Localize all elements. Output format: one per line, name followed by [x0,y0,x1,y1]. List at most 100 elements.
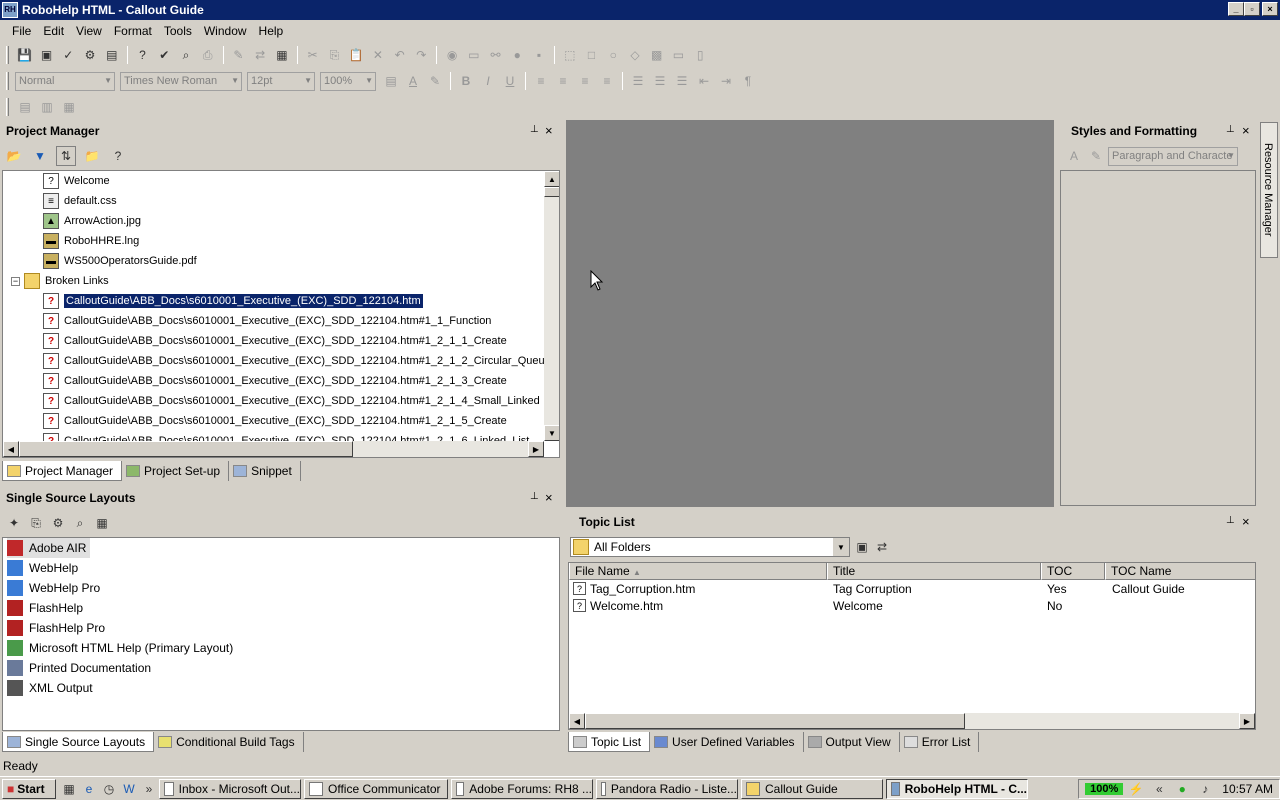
broken-link-item[interactable]: ?CalloutGuide\ABB_Docs\s6010001_Executiv… [43,391,540,411]
task-outlook[interactable]: Inbox - Microsoft Out... [159,778,301,799]
bullet-list-icon[interactable]: ☰ [650,71,670,91]
column-toc[interactable]: TOC [1041,563,1105,580]
ie-icon[interactable]: e [79,779,99,799]
restore-button[interactable]: ▫ [1244,2,1260,16]
media-icon[interactable]: ▪ [529,45,549,65]
view-icon[interactable]: ⌕ [70,513,90,533]
menu-help[interactable]: Help [253,24,290,38]
menu-format[interactable]: Format [108,24,158,38]
size-combo[interactable]: 12pt ▼ [247,71,315,91]
insert-image-icon[interactable]: ◉ [442,45,462,65]
menu-view[interactable]: View [70,24,108,38]
broken-link-item[interactable]: ?CalloutGuide\ABB_Docs\s6010001_Executiv… [43,311,491,331]
align-center-icon[interactable]: ≡ [553,71,573,91]
close-button[interactable]: × [1262,2,1278,16]
link-icon[interactable]: ⚯ [486,45,506,65]
expand-tray-icon[interactable]: « [1149,779,1169,799]
picture-icon[interactable]: ▩ [647,45,667,65]
styles-list[interactable] [1060,170,1256,506]
menu-tools[interactable]: Tools [158,24,198,38]
editor-area[interactable] [566,120,1054,507]
tab-single-source-layouts[interactable]: Single Source Layouts [2,732,155,752]
pin-icon[interactable]: ⊥ [530,491,539,502]
diamond-icon[interactable]: ◇ [625,45,645,65]
tree-item[interactable]: ▬ WS500OperatorsGuide.pdf [43,251,197,271]
chevron-down-icon[interactable]: ▼ [833,538,849,556]
collapse-icon[interactable]: − [11,276,20,286]
open-folder-icon[interactable]: 📂 [4,146,24,166]
copy-icon[interactable]: ⎘ [325,45,345,65]
scroll-right-icon[interactable]: ▶ [528,441,544,457]
broken-link-item[interactable]: ?CalloutGuide\ABB_Docs\s6010001_Executiv… [43,331,507,351]
align-right-icon[interactable]: ≡ [575,71,595,91]
spell-check-icon[interactable]: ✔ [154,45,174,65]
table-cols-icon[interactable]: ▦ [59,97,79,117]
scroll-thumb[interactable] [544,187,559,197]
tree-item[interactable]: ? Welcome [43,171,110,191]
tab-error-list[interactable]: Error List [900,732,980,752]
layout-item[interactable]: Printed Documentation [7,658,151,678]
topic-horizontal-scrollbar[interactable]: ◀ ▶ [569,713,1255,729]
properties-icon[interactable]: ▦ [272,45,292,65]
styles-icon[interactable]: ▤ [381,71,401,91]
refresh-icon[interactable]: ⇄ [872,537,892,557]
task-robohelp[interactable]: RoboHelp HTML - C... [886,778,1028,799]
layout-item[interactable]: Adobe AIR [7,538,91,558]
tab-topic-list[interactable]: Topic List [568,732,651,752]
tab-output-view[interactable]: Output View [804,732,900,752]
align-left-icon[interactable]: ≡ [531,71,551,91]
pin-icon[interactable]: ⊥ [1226,515,1235,526]
help-icon[interactable]: ? [108,146,128,166]
paragraph-icon[interactable]: ¶ [738,71,758,91]
delete-icon[interactable]: ✕ [368,45,388,65]
new-topic-icon[interactable]: ▤ [102,45,122,65]
save-all-icon[interactable]: ▣ [37,45,57,65]
table-rows-icon[interactable]: ▥ [37,97,57,117]
rectangle-icon[interactable]: □ [582,45,602,65]
tab-user-defined-variables[interactable]: User Defined Variables [650,732,804,752]
start-button[interactable]: ■ Start [2,778,56,799]
pencil-icon[interactable]: ✎ [229,45,249,65]
layout-item[interactable]: FlashHelp Pro [7,618,105,638]
outdent-icon[interactable]: ⇤ [694,71,714,91]
pin-icon[interactable]: ⊥ [530,124,539,135]
replace-icon[interactable]: ⇄ [250,45,270,65]
tree-item[interactable]: ▬ RoboHHRE.lng [43,231,139,251]
folder-filter-combo[interactable]: All Folders ▼ [570,537,850,557]
tree-item[interactable]: ▲ ArrowAction.jpg [43,211,141,231]
menu-window[interactable]: Window [198,24,253,38]
save-icon[interactable]: 💾 [15,45,35,65]
highlight-icon[interactable]: ✎ [425,71,445,91]
indent-icon[interactable]: ⇥ [716,71,736,91]
tab-conditional-build-tags[interactable]: Conditional Build Tags [154,732,304,752]
layout-item[interactable]: XML Output [7,678,93,698]
layout-item[interactable]: Microsoft HTML Help (Primary Layout) [7,638,233,658]
table-row[interactable]: ? Tag_Corruption.htm Tag Corruption Yes … [569,581,1255,598]
page-icon[interactable]: ▯ [690,45,710,65]
broken-link-item[interactable]: ?CalloutGuide\ABB_Docs\s6010001_Executiv… [43,351,551,371]
font-combo[interactable]: Times New Roman ▼ [120,71,242,91]
broken-link-item[interactable]: ?CalloutGuide\ABB_Docs\s6010001_Executiv… [43,291,424,311]
bold-icon[interactable]: B [456,71,476,91]
hscroll-thumb[interactable] [585,713,965,729]
word-icon[interactable]: W [119,779,139,799]
tree-folder-broken-links[interactable]: − Broken Links [11,271,109,291]
scroll-right-icon[interactable]: ▶ [1239,713,1255,729]
properties-icon[interactable]: ▦ [92,513,112,533]
tab-project-setup[interactable]: Project Set-up [122,461,230,481]
clock[interactable]: 10:57 AM [1222,782,1273,796]
layout-item[interactable]: WebHelp [7,558,78,578]
explorer-icon[interactable]: ▦ [59,779,79,799]
new-layout-icon[interactable]: ✦ [4,513,24,533]
more-quicklaunch-icon[interactable]: » [139,779,159,799]
topic-properties-icon[interactable]: ▣ [852,537,872,557]
comment-icon[interactable]: ▭ [464,45,484,65]
table-row[interactable]: ? Welcome.htm Welcome No [569,598,1255,615]
filter-icon[interactable]: ▼ [30,146,50,166]
hscroll-thumb[interactable] [19,441,353,457]
column-toc-name[interactable]: TOC Name [1105,563,1255,580]
redo-icon[interactable]: ↷ [411,45,431,65]
scroll-left-icon[interactable]: ◀ [569,713,585,729]
task-communicator[interactable]: Office Communicator [304,778,448,799]
justify-icon[interactable]: ≡ [597,71,617,91]
